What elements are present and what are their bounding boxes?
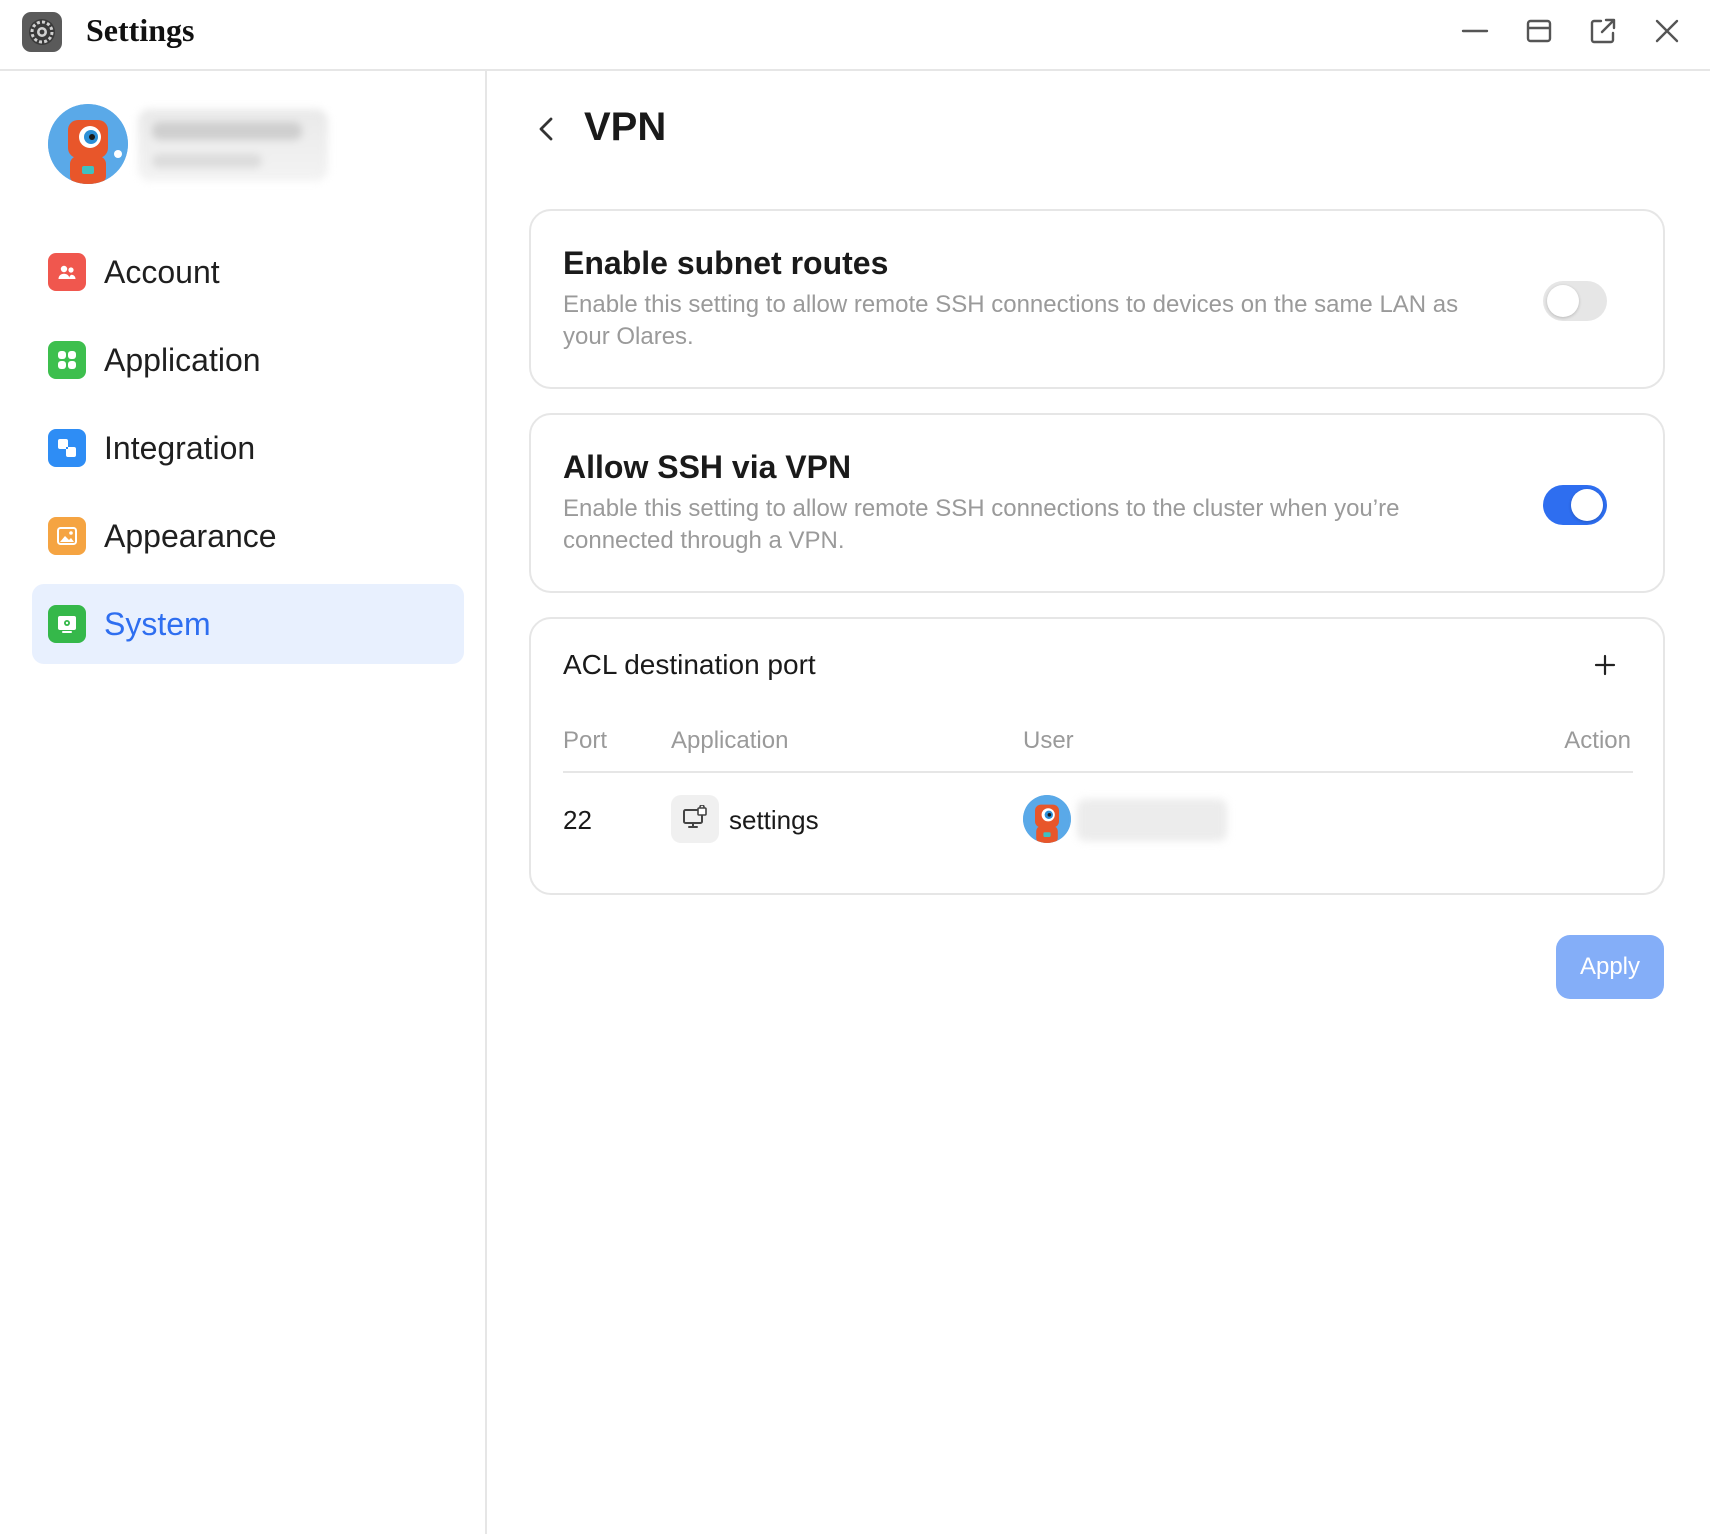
application-icon [48,341,86,379]
minimize-icon [1461,29,1489,33]
ssh-via-vpn-toggle[interactable] [1543,485,1607,525]
column-header-action: Action [1564,727,1631,754]
user-name-redacted [1077,799,1227,841]
system-icon [48,605,86,643]
acl-title: ACL destination port [563,649,816,680]
subnet-routes-card: Enable subnet routes Enable this setting… [529,209,1665,389]
sidebar-item-application[interactable]: Application [32,320,464,400]
subnet-routes-title: Enable subnet routes [563,245,889,281]
open-external-icon [1590,18,1616,44]
title-bar: Settings [0,0,1710,71]
column-header-application: Application [671,727,789,754]
sidebar-item-label: Integration [104,429,256,466]
close-icon [1655,19,1679,43]
acl-port-card: ACL destination port Port Application Us… [529,617,1665,895]
sidebar-item-system[interactable]: System [32,584,464,664]
gear-icon [22,12,62,52]
page-title: VPN [584,105,667,149]
integration-icon [48,429,86,467]
back-button[interactable] [529,111,565,147]
avatar[interactable] [48,104,128,184]
column-header-port: Port [563,727,608,754]
chevron-left-icon [539,117,553,141]
apply-button[interactable]: Apply [1556,935,1664,999]
table-divider [563,771,1633,773]
plus-icon [1594,654,1616,676]
sidebar-item-label: Application [104,341,261,378]
ssh-via-vpn-card: Allow SSH via VPN Enable this setting to… [529,413,1665,593]
add-port-button[interactable] [1587,647,1623,683]
ssh-via-vpn-description: Enable this setting to allow remote SSH … [563,495,1400,554]
sidebar-item-appearance[interactable]: Appearance [32,496,464,576]
profile-name-redacted [138,109,328,181]
sidebar-item-label: System [104,605,211,642]
maximize-icon [1526,19,1552,43]
subnet-routes-toggle[interactable] [1543,281,1607,321]
cell-application: settings [729,805,819,835]
sidebar-item-label: Appearance [104,517,277,554]
subnet-routes-description: Enable this setting to allow remote SSH … [563,291,1459,350]
close-button[interactable] [1650,14,1684,48]
cell-port: 22 [563,805,592,835]
maximize-button[interactable] [1522,14,1556,48]
sidebar-item-label: Account [104,253,220,290]
column-header-user: User [1023,727,1074,754]
user-avatar [1023,795,1071,843]
monitor-lock-icon [671,795,719,843]
open-external-button[interactable] [1586,14,1620,48]
appearance-icon [48,517,86,555]
sidebar: Account Application Integration Appearan… [0,71,487,1534]
minimize-button[interactable] [1458,14,1492,48]
main-panel: VPN Enable subnet routes Enable this set… [489,71,1710,1534]
sidebar-item-integration[interactable]: Integration [32,408,464,488]
window-title: Settings [86,12,195,48]
sidebar-item-account[interactable]: Account [32,232,464,312]
account-icon [48,253,86,291]
ssh-via-vpn-title: Allow SSH via VPN [563,449,852,485]
